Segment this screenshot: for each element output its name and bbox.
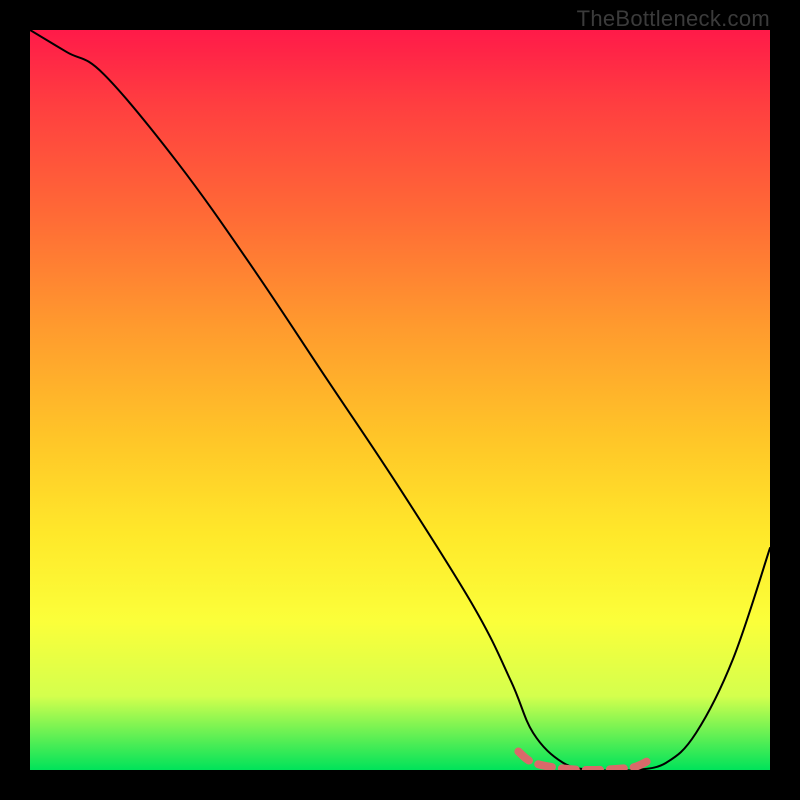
outer-frame: TheBottleneck.com [0,0,800,800]
bottleneck-curve-path [30,30,770,770]
bottleneck-curve-svg [30,30,770,770]
optimal-range-path [518,752,651,771]
attribution-text: TheBottleneck.com [577,6,770,32]
chart-area [30,30,770,770]
